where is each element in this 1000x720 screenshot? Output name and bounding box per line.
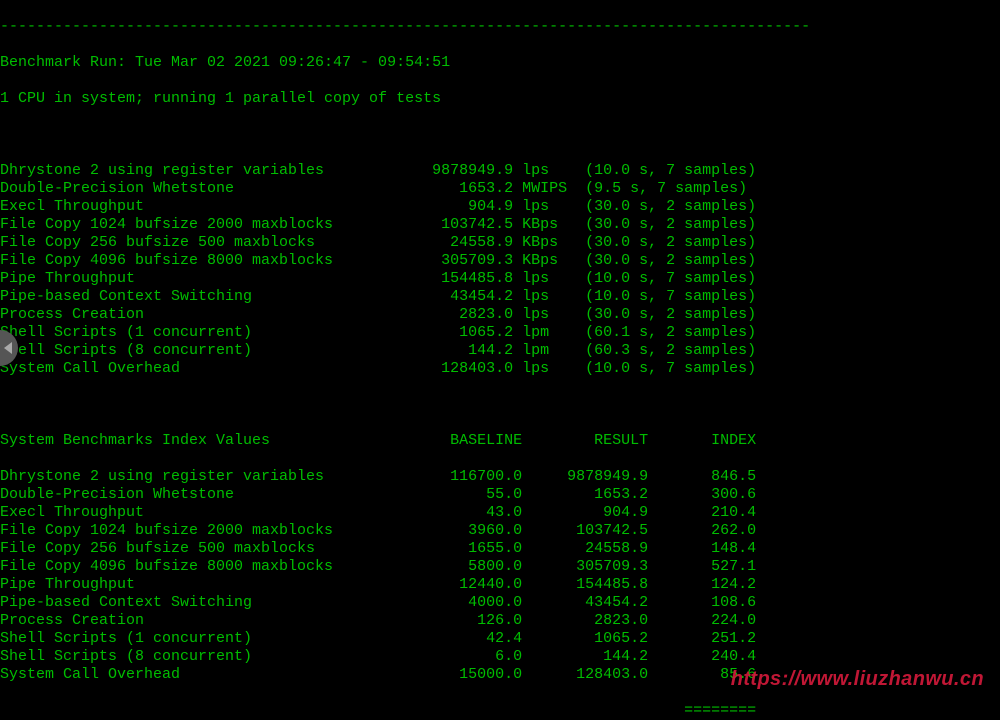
result-row: Execl Throughput 904.9 lps (30.0 s, 2 sa… [0, 198, 1000, 216]
result-row: Process Creation 2823.0 lps (30.0 s, 2 s… [0, 306, 1000, 324]
index-row: File Copy 1024 bufsize 2000 maxblocks 39… [0, 522, 1000, 540]
index-table: Dhrystone 2 using register variables 116… [0, 468, 1000, 684]
results-table: Dhrystone 2 using register variables 987… [0, 162, 1000, 378]
result-row: File Copy 1024 bufsize 2000 maxblocks 10… [0, 216, 1000, 234]
index-row: Execl Throughput 43.0 904.9 210.4 [0, 504, 1000, 522]
result-row: File Copy 256 bufsize 500 maxblocks 2455… [0, 234, 1000, 252]
index-row: Pipe Throughput 12440.0 154485.8 124.2 [0, 576, 1000, 594]
terminal-output: ----------------------------------------… [0, 0, 1000, 720]
index-row: Shell Scripts (8 concurrent) 6.0 144.2 2… [0, 648, 1000, 666]
separator-line: ======== [0, 702, 1000, 720]
cpu-line: 1 CPU in system; running 1 parallel copy… [0, 90, 1000, 108]
result-row: Pipe Throughput 154485.8 lps (10.0 s, 7 … [0, 270, 1000, 288]
index-row: Double-Precision Whetstone 55.0 1653.2 3… [0, 486, 1000, 504]
index-row: System Call Overhead 15000.0 128403.0 85… [0, 666, 1000, 684]
result-row: Shell Scripts (8 concurrent) 144.2 lpm (… [0, 342, 1000, 360]
blank-line [0, 126, 1000, 144]
index-row: Process Creation 126.0 2823.0 224.0 [0, 612, 1000, 630]
result-row: File Copy 4096 bufsize 8000 maxblocks 30… [0, 252, 1000, 270]
result-row: Shell Scripts (1 concurrent) 1065.2 lpm … [0, 324, 1000, 342]
divider-line: ----------------------------------------… [0, 18, 1000, 36]
result-row: Double-Precision Whetstone 1653.2 MWIPS … [0, 180, 1000, 198]
result-row: System Call Overhead 128403.0 lps (10.0 … [0, 360, 1000, 378]
result-row: Pipe-based Context Switching 43454.2 lps… [0, 288, 1000, 306]
index-row: Shell Scripts (1 concurrent) 42.4 1065.2… [0, 630, 1000, 648]
index-header: System Benchmarks Index Values BASELINE … [0, 432, 1000, 450]
blank-line [0, 396, 1000, 414]
index-row: File Copy 256 bufsize 500 maxblocks 1655… [0, 540, 1000, 558]
index-row: File Copy 4096 bufsize 8000 maxblocks 58… [0, 558, 1000, 576]
result-row: Dhrystone 2 using register variables 987… [0, 162, 1000, 180]
index-row: Dhrystone 2 using register variables 116… [0, 468, 1000, 486]
run-line: Benchmark Run: Tue Mar 02 2021 09:26:47 … [0, 54, 1000, 72]
index-row: Pipe-based Context Switching 4000.0 4345… [0, 594, 1000, 612]
